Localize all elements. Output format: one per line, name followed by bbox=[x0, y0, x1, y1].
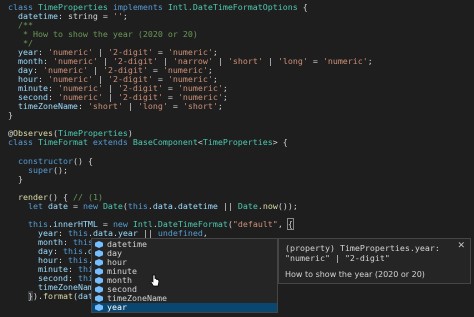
code-line-13: } bbox=[8, 110, 13, 120]
suggest-details-pane: (property) TimeProperties.year: "numeric… bbox=[278, 238, 471, 284]
details-documentation: How to show the year (2020 or 20) bbox=[285, 270, 425, 279]
hand-pointer-icon bbox=[150, 274, 160, 287]
property-icon bbox=[95, 259, 103, 266]
property-icon bbox=[95, 268, 103, 275]
close-icon[interactable]: ✕ bbox=[457, 241, 465, 251]
code-line-20: } bbox=[8, 174, 23, 184]
autocomplete-suggest-list[interactable]: datetime day hour minute month second ti… bbox=[91, 238, 278, 313]
property-icon bbox=[95, 241, 103, 248]
suggest-item-year[interactable]: year bbox=[92, 303, 277, 312]
property-icon bbox=[95, 304, 103, 311]
code-line-23: let date = new Date(this.data.datetime |… bbox=[27, 201, 298, 211]
property-icon bbox=[95, 250, 103, 257]
property-icon bbox=[95, 277, 103, 284]
code-line-12: timeZoneName: 'short' | 'long' = 'short'… bbox=[8, 101, 223, 111]
property-icon bbox=[95, 295, 103, 302]
code-line-4: * How to show the year (2020 or 20) bbox=[8, 29, 198, 39]
property-icon bbox=[95, 286, 103, 293]
details-signature: (property) TimeProperties.year: "numeric… bbox=[285, 243, 440, 263]
code-line-16: class TimeFormat extends BaseComponent<T… bbox=[8, 137, 288, 147]
